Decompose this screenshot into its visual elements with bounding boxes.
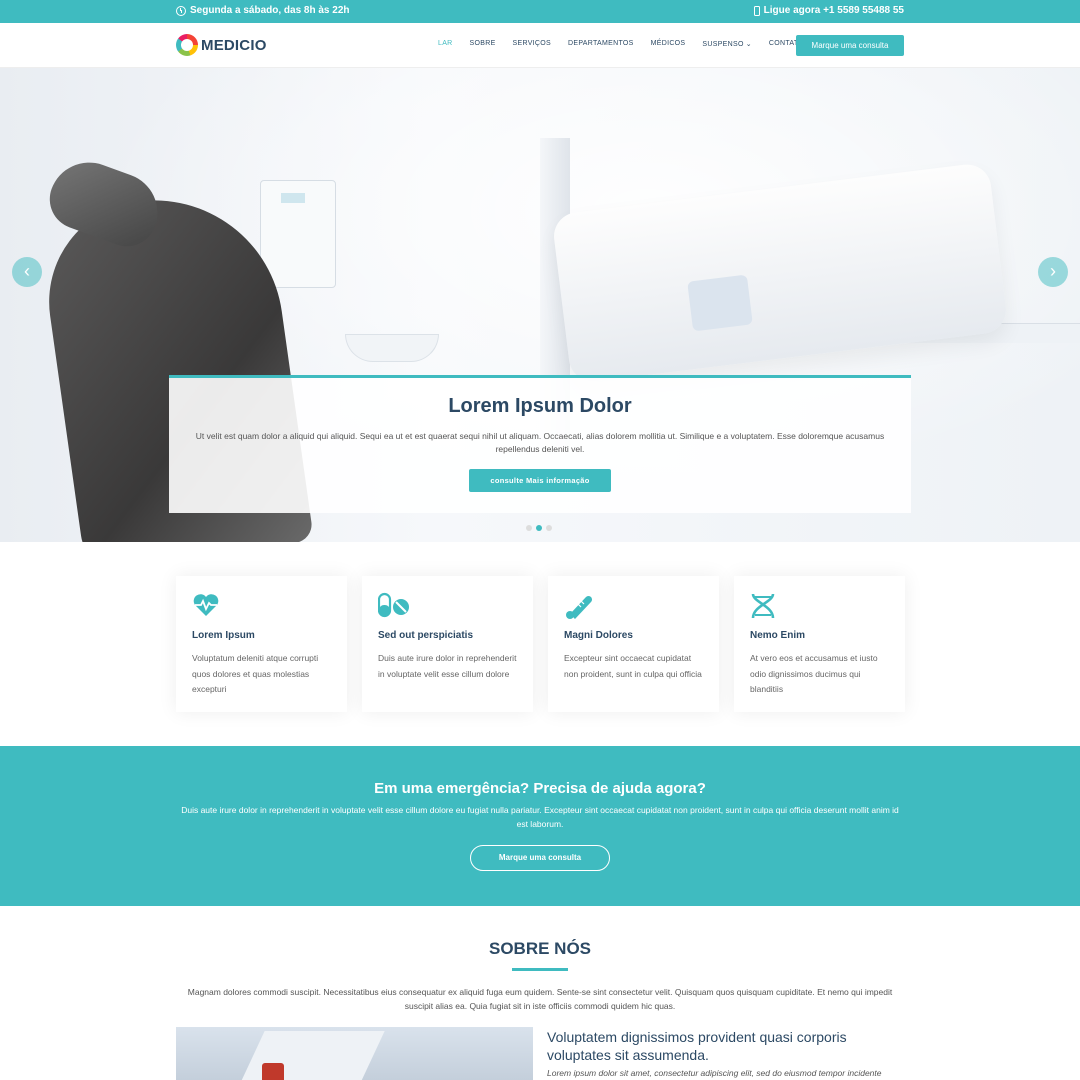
- feature-title: Nemo Enim: [750, 630, 806, 641]
- nav-item-about[interactable]: Sobre: [470, 40, 496, 48]
- nav-item-departments[interactable]: Departamentos: [568, 40, 634, 48]
- feature-card: Nemo Enim At vero eos et accusamus et iu…: [734, 576, 905, 712]
- logo-mark-icon: [176, 34, 198, 56]
- nav-item-dropdown[interactable]: Suspenso ⌄: [702, 40, 751, 48]
- about-divider: [512, 968, 568, 971]
- hero-image-sink: [345, 334, 439, 362]
- about-image: [176, 1027, 533, 1080]
- chevron-down-icon: ⌄: [745, 41, 752, 48]
- emergency-text: Duis aute irure dolor in reprehenderit i…: [181, 805, 899, 829]
- feature-text: At vero eos et accusamus et iusto odio d…: [750, 653, 878, 694]
- phone-info[interactable]: Ligue agora +1 5589 55488 55: [753, 5, 904, 16]
- features-section: Lorem Ipsum Voluptatum deleniti atque co…: [176, 576, 905, 712]
- header: MEDICIO Lar Sobre Serviços Departamentos…: [0, 23, 1080, 68]
- hero-text: Ut velit est quam dolor a aliquid qui al…: [195, 431, 885, 454]
- top-bar: Segunda a sábado, das 8h às 22h Ligue ag…: [0, 0, 1080, 23]
- about-heading: Voluptatem dignissimos provident quasi c…: [547, 1029, 847, 1063]
- clock-icon: [176, 5, 186, 16]
- logo[interactable]: MEDICIO: [176, 34, 267, 56]
- feature-card: Sed out perspiciatis Duis aute irure dol…: [362, 576, 533, 712]
- chevron-left-icon: ‹: [24, 261, 30, 281]
- feature-card: Lorem Ipsum Voluptatum deleniti atque co…: [176, 576, 347, 712]
- carousel-dot[interactable]: [526, 525, 532, 531]
- feature-text: Duis aute irure dolor in reprehenderit i…: [378, 653, 517, 679]
- carousel-indicators: [526, 525, 552, 531]
- dna-icon: [750, 592, 889, 620]
- chevron-right-icon: ›: [1050, 261, 1056, 281]
- capsule-icon: [377, 592, 517, 620]
- about-subtext: Lorem ipsum dolor sit amet, consectetur …: [547, 1068, 882, 1078]
- about-title: SOBRE NÓS: [488, 939, 592, 958]
- hero-caption: Lorem Ipsum Dolor Ut velit est quam dolo…: [169, 375, 911, 513]
- emergency-appointment-button[interactable]: Marque uma consulta: [470, 845, 610, 871]
- emergency-title: Em uma emergência? Precisa de ajuda agor…: [374, 780, 706, 797]
- phone-text[interactable]: Ligue agora +1 5589 55488 55: [764, 5, 904, 16]
- feature-title: Magni Dolores: [564, 630, 633, 641]
- nav-item-doctors[interactable]: Médicos: [651, 40, 686, 48]
- feature-title: Lorem Ipsum: [192, 630, 255, 641]
- feature-text: Voluptatum deleniti atque corrupti quos …: [192, 653, 319, 694]
- nav-item-services[interactable]: Serviços: [513, 40, 551, 48]
- carousel-dot-active[interactable]: [536, 525, 542, 531]
- hero-more-info-button[interactable]: consulte Mais informação: [469, 469, 611, 492]
- about-text: Magnam dolores commodi suscipit. Necessi…: [187, 987, 893, 1011]
- hours-text: Segunda a sábado, das 8h às 22h: [190, 5, 350, 16]
- nav-item-dropdown-label: Suspenso: [702, 41, 744, 48]
- hero-image-unit-screen: [687, 274, 753, 332]
- carousel-dot[interactable]: [546, 525, 552, 531]
- carousel-prev-button[interactable]: ‹: [12, 257, 42, 287]
- feature-card: Magni Dolores Excepteur sint occaecat cu…: [548, 576, 719, 712]
- nav-item-home[interactable]: Lar: [438, 40, 453, 48]
- emergency-section: Em uma emergência? Precisa de ajuda agor…: [0, 746, 1080, 906]
- feature-title: Sed out perspiciatis: [378, 630, 474, 641]
- phone-icon: [753, 5, 760, 16]
- logo-text: MEDICIO: [201, 36, 267, 54]
- hero-carousel: ‹ › Lorem Ipsum Dolor Ut velit est quam …: [0, 68, 1080, 542]
- hero-title: Lorem Ipsum Dolor: [448, 395, 632, 417]
- appointment-button[interactable]: Marque uma consulta: [796, 35, 904, 56]
- thermometer-icon: [564, 592, 703, 620]
- hours-info: Segunda a sábado, das 8h às 22h: [176, 5, 350, 16]
- feature-text: Excepteur sint occaecat cupidatat non pr…: [564, 653, 702, 679]
- heart-pulse-icon: [192, 592, 331, 620]
- main-nav: Lar Sobre Serviços Departamentos Médicos…: [438, 40, 821, 48]
- carousel-next-button[interactable]: ›: [1038, 257, 1068, 287]
